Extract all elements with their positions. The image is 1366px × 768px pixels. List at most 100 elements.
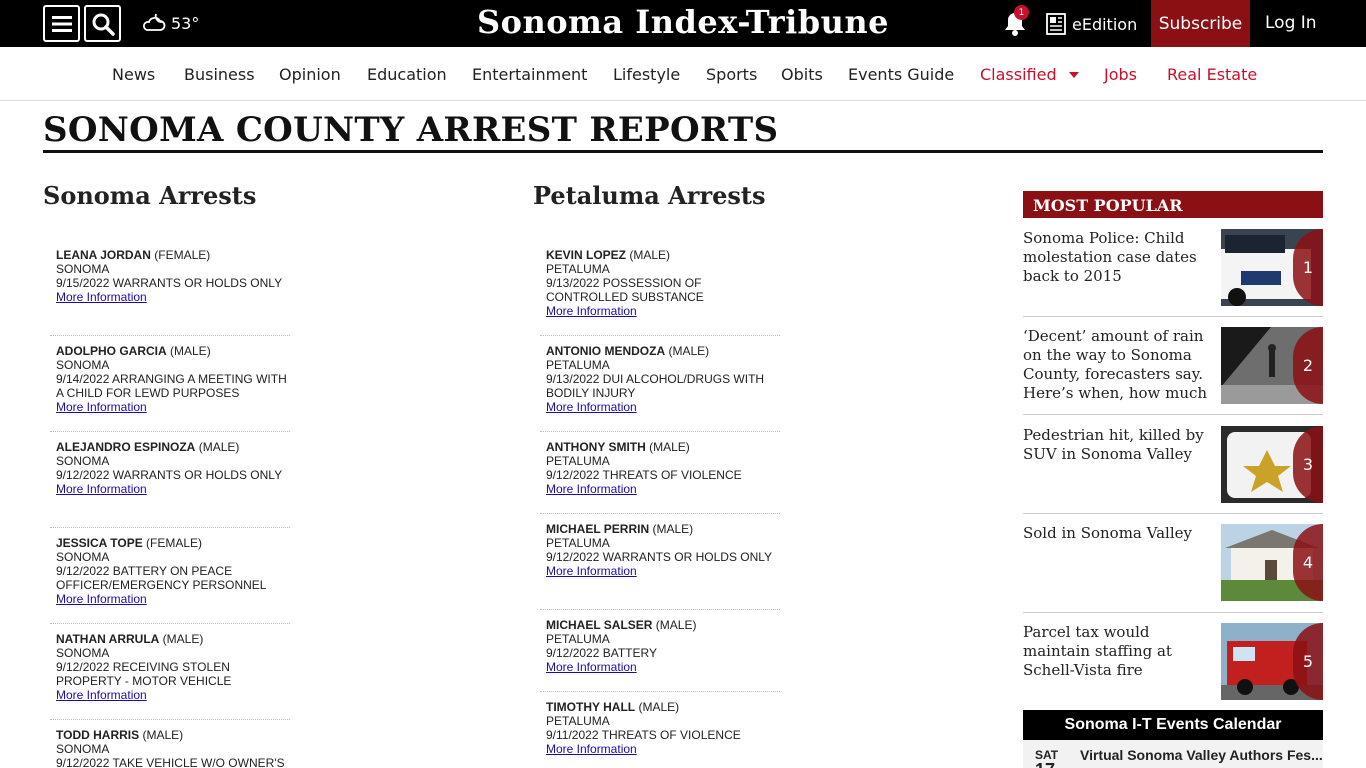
nav-item-news[interactable]: News	[112, 65, 155, 84]
nav-item-entertainment[interactable]: Entertainment	[472, 65, 587, 84]
popular-item-title[interactable]: Parcel tax would maintain staffing at Sc…	[1023, 623, 1208, 680]
arrest-charge: 9/12/2022 TAKE VEHICLE W/O OWNER'S CONSE…	[56, 756, 285, 768]
popular-item[interactable]: Sonoma Police: Child molestation case da…	[1023, 229, 1323, 319]
popular-item[interactable]: Pedestrian hit, killed by SUV in Sonoma …	[1023, 426, 1323, 516]
arrest-name: TODD HARRIS	[56, 728, 140, 742]
petaluma-arrests-heading: Petaluma Arrests	[533, 181, 766, 210]
chevron-down-icon[interactable]	[1069, 72, 1079, 78]
popular-item-thumbnail[interactable]: 1	[1221, 229, 1323, 306]
cloud-moon-icon	[143, 13, 166, 31]
divider	[1023, 612, 1323, 613]
more-information-link[interactable]: More Information	[56, 482, 147, 496]
more-information-link[interactable]: More Information	[546, 564, 637, 578]
weather-temp: 53°	[171, 13, 200, 33]
arrest-name: JESSICA TOPE	[56, 536, 143, 550]
arrest-item: ANTONIO MENDOZA (MALE) PETALUMA 9/13/202…	[540, 336, 780, 431]
more-information-link[interactable]: More Information	[546, 400, 637, 414]
more-information-link[interactable]: More Information	[546, 482, 637, 496]
popular-item[interactable]: Sold in Sonoma Valley 4	[1023, 524, 1323, 614]
nav-item-lifestyle[interactable]: Lifestyle	[613, 65, 680, 84]
nav-item-business[interactable]: Business	[184, 65, 255, 84]
arrest-name: KEVIN LOPEZ	[546, 248, 627, 262]
events-calendar-heading[interactable]: Sonoma I-T Events Calendar	[1023, 710, 1323, 740]
arrest-item: ANTHONY SMITH (MALE) PETALUMA 9/12/2022 …	[540, 432, 780, 513]
arrest-item: TODD HARRIS (MALE) SONOMA 9/12/2022 TAKE…	[50, 720, 290, 768]
main-nav: News Business Opinion Education Entertai…	[0, 47, 1366, 101]
newspaper-icon	[1046, 13, 1066, 35]
divider	[1023, 513, 1323, 514]
more-information-link[interactable]: More Information	[56, 400, 147, 414]
popular-item-thumbnail[interactable]: 5	[1221, 623, 1323, 700]
title-divider	[43, 150, 1323, 153]
arrest-sex: (MALE)	[652, 522, 694, 536]
arrest-sex: (MALE)	[655, 618, 697, 632]
arrest-charge: 9/15/2022 WARRANTS OR HOLDS ONLY	[56, 276, 283, 290]
hamburger-icon	[51, 15, 72, 32]
more-information-link[interactable]: More Information	[56, 592, 147, 606]
eedition-label: eEdition	[1072, 14, 1138, 34]
arrest-charge: 9/13/2022 POSSESSION OF CONTROLLED SUBST…	[546, 276, 704, 304]
arrest-city: PETALUMA	[546, 536, 610, 550]
more-information-link[interactable]: More Information	[546, 660, 637, 674]
nav-item-education[interactable]: Education	[367, 65, 447, 84]
arrest-item: ALEJANDRO ESPINOZA (MALE) SONOMA 9/12/20…	[50, 432, 290, 527]
subscribe-button[interactable]: Subscribe	[1151, 0, 1250, 47]
arrest-name: NATHAN ARRULA	[56, 632, 160, 646]
arrest-city: SONOMA	[56, 454, 110, 468]
popular-item-title[interactable]: Sold in Sonoma Valley	[1023, 524, 1208, 543]
popular-item[interactable]: Parcel tax would maintain staffing at Sc…	[1023, 623, 1323, 713]
nav-item-obits[interactable]: Obits	[781, 65, 823, 84]
arrest-item: TIMOTHY HALL (MALE) PETALUMA 9/11/2022 T…	[540, 692, 780, 756]
nav-item-events-guide[interactable]: Events Guide	[848, 65, 954, 84]
arrest-city: PETALUMA	[546, 262, 610, 276]
arrest-charge: 9/14/2022 ARRANGING A MEETING WITH A CHI…	[56, 372, 287, 400]
popular-item-title[interactable]: Sonoma Police: Child molestation case da…	[1023, 229, 1208, 286]
eedition-link[interactable]: eEdition	[1045, 12, 1137, 36]
more-information-link[interactable]: More Information	[546, 742, 637, 756]
popular-item[interactable]: ‘Decent’ amount of rain on the way to So…	[1023, 327, 1323, 417]
arrest-charge: 9/12/2022 BATTERY	[546, 646, 657, 660]
arrest-sex: (MALE)	[629, 248, 671, 262]
arrest-item: KEVIN LOPEZ (MALE) PETALUMA 9/13/2022 PO…	[540, 240, 780, 335]
sonoma-arrests-heading: Sonoma Arrests	[43, 181, 257, 210]
arrest-city: PETALUMA	[546, 632, 610, 646]
event-item[interactable]: SAT 17 Virtual Sonoma Valley Authors Fes…	[1023, 740, 1323, 768]
nav-item-classified[interactable]: Classified	[980, 65, 1057, 84]
arrest-charge: 9/12/2022 WARRANTS OR HOLDS ONLY	[546, 550, 773, 564]
arrest-charge: 9/13/2022 DUI ALCOHOL/DRUGS WITH BODILY …	[546, 372, 765, 400]
nav-item-jobs[interactable]: Jobs	[1104, 65, 1137, 84]
arrest-city: SONOMA	[56, 646, 110, 660]
popular-item-title[interactable]: ‘Decent’ amount of rain on the way to So…	[1023, 327, 1208, 403]
arrest-sex: (FEMALE)	[146, 536, 203, 550]
nav-item-sports[interactable]: Sports	[706, 65, 757, 84]
event-title[interactable]: Virtual Sonoma Valley Authors Fes...	[1080, 747, 1323, 763]
arrest-sex: (MALE)	[649, 440, 690, 454]
nav-item-opinion[interactable]: Opinion	[279, 65, 341, 84]
arrest-charge: 9/12/2022 THREATS OF VIOLENCE	[546, 468, 742, 482]
more-information-link[interactable]: More Information	[56, 688, 147, 702]
arrest-city: SONOMA	[56, 262, 110, 276]
arrest-sex: (MALE)	[170, 344, 211, 358]
popular-item-thumbnail[interactable]: 2	[1221, 327, 1323, 404]
arrest-city: PETALUMA	[546, 358, 610, 372]
arrest-name: ALEJANDRO ESPINOZA	[56, 440, 196, 454]
arrest-item: ADOLPHO GARCIA (MALE) SONOMA 9/14/2022 A…	[50, 336, 290, 431]
search-button[interactable]	[84, 5, 121, 42]
more-information-link[interactable]: More Information	[546, 304, 637, 318]
login-link[interactable]: Log In	[1265, 13, 1317, 33]
arrest-city: SONOMA	[56, 742, 110, 756]
site-logo[interactable]: Sonoma Index-Tribune	[473, 3, 893, 41]
divider	[1023, 316, 1323, 317]
nav-item-real-estate[interactable]: Real Estate	[1167, 65, 1257, 84]
arrest-sex: (MALE)	[668, 344, 710, 358]
popular-item-thumbnail[interactable]: 3	[1221, 426, 1323, 503]
more-information-link[interactable]: More Information	[56, 290, 147, 304]
weather-widget[interactable]: 53°	[141, 12, 199, 34]
menu-button[interactable]	[43, 5, 80, 42]
arrest-name: ANTONIO MENDOZA	[546, 344, 666, 358]
arrest-city: SONOMA	[56, 358, 110, 372]
arrest-name: ANTHONY SMITH	[546, 440, 646, 454]
popular-item-thumbnail[interactable]: 4	[1221, 524, 1323, 601]
popular-item-title[interactable]: Pedestrian hit, killed by SUV in Sonoma …	[1023, 426, 1208, 464]
arrest-charge: 9/12/2022 WARRANTS OR HOLDS ONLY	[56, 468, 283, 482]
